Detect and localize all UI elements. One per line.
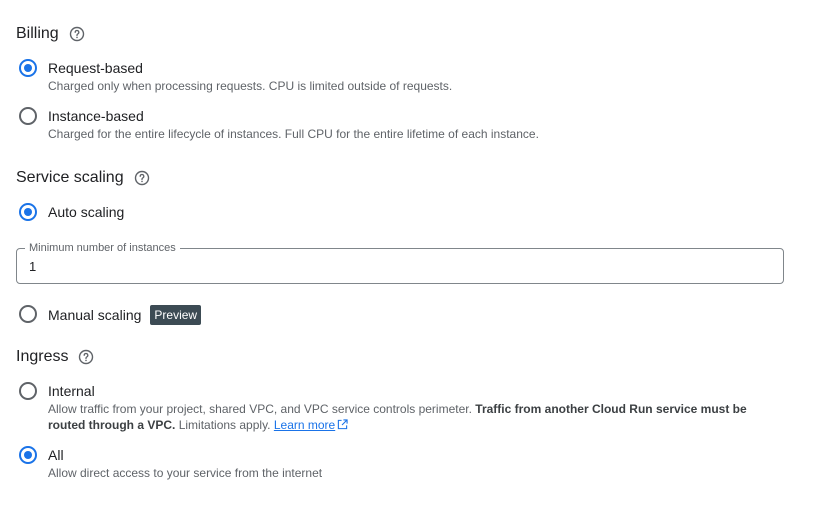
- billing-section-title: Billing: [16, 24, 85, 44]
- radio-auto-scaling[interactable]: [19, 203, 37, 221]
- internal-desc-text: Allow traffic from your project, shared …: [48, 402, 472, 416]
- radio-request-based[interactable]: [19, 59, 37, 77]
- scaling-section-title: Service scaling: [16, 168, 150, 188]
- help-icon[interactable]: [69, 26, 85, 42]
- open-in-new-icon[interactable]: [337, 419, 348, 430]
- ingress-option-all[interactable]: All Allow direct access to your service …: [19, 446, 322, 481]
- ingress-section-title: Ingress: [16, 347, 94, 367]
- request-based-description: Charged only when processing requests. C…: [48, 79, 453, 93]
- billing-option-request-based[interactable]: Request-based Charged only when processi…: [19, 59, 452, 94]
- scaling-option-auto[interactable]: Auto scaling: [19, 203, 124, 221]
- auto-scaling-label: Auto scaling: [48, 204, 125, 220]
- radio-manual-scaling[interactable]: [19, 305, 37, 323]
- help-icon[interactable]: [78, 349, 94, 365]
- radio-internal[interactable]: [19, 382, 37, 400]
- ingress-option-internal[interactable]: Internal Allow traffic from your project…: [19, 382, 778, 433]
- radio-all[interactable]: [19, 446, 37, 464]
- help-icon[interactable]: [134, 170, 150, 186]
- instance-based-description: Charged for the entire lifecycle of inst…: [48, 127, 539, 141]
- min-instances-label: Minimum number of instances: [25, 241, 180, 255]
- all-label: All: [48, 447, 64, 463]
- learn-more-link[interactable]: Learn more: [274, 418, 335, 432]
- min-instances-field[interactable]: Minimum number of instances: [16, 241, 784, 284]
- preview-badge: Preview: [150, 305, 202, 325]
- internal-description: Allow traffic from your project, shared …: [48, 401, 778, 433]
- internal-label: Internal: [48, 383, 95, 399]
- min-instances-input[interactable]: [29, 259, 769, 274]
- all-description: Allow direct access to your service from…: [48, 466, 323, 480]
- manual-scaling-label: Manual scaling: [48, 307, 142, 323]
- ingress-title: Ingress: [16, 348, 69, 365]
- request-based-label: Request-based: [48, 60, 143, 76]
- billing-option-instance-based[interactable]: Instance-based Charged for the entire li…: [19, 107, 539, 142]
- scaling-title: Service scaling: [16, 169, 124, 186]
- billing-title: Billing: [16, 25, 59, 42]
- instance-based-label: Instance-based: [48, 108, 144, 124]
- internal-desc-limitations: Limitations apply.: [178, 418, 271, 432]
- radio-instance-based[interactable]: [19, 107, 37, 125]
- scaling-option-manual[interactable]: Manual scaling Preview: [19, 305, 202, 325]
